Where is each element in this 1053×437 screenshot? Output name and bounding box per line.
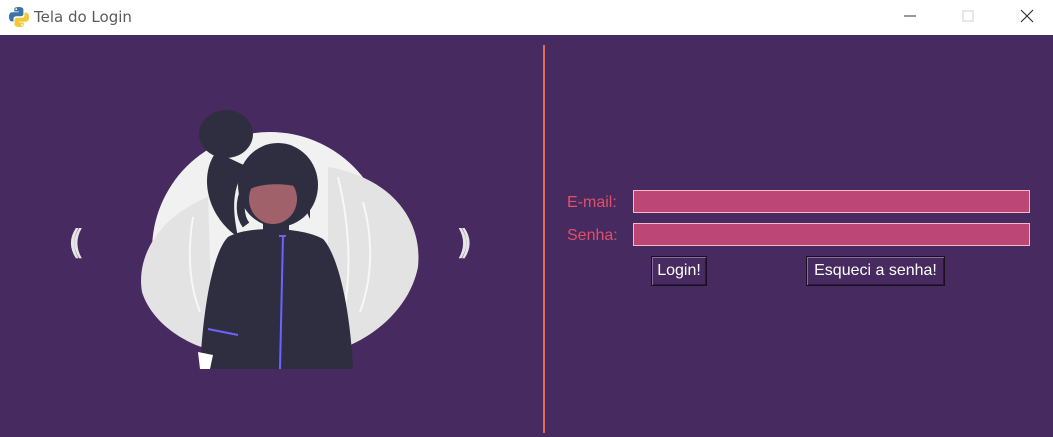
minimize-icon xyxy=(904,15,916,17)
password-field-wrapper xyxy=(633,223,1030,246)
password-label: Senha: xyxy=(567,227,618,244)
login-window-body: (( )) E-mail: Senha: Login! Esqueci a se… xyxy=(0,35,1053,437)
avatar-illustration xyxy=(141,110,419,369)
minimize-button[interactable] xyxy=(887,0,933,32)
python-icon xyxy=(9,7,29,27)
previous-image-button[interactable]: (( xyxy=(68,223,84,263)
password-field[interactable] xyxy=(634,224,1029,245)
email-field-wrapper xyxy=(633,190,1030,213)
vertical-divider xyxy=(543,45,545,433)
close-button[interactable] xyxy=(1004,0,1050,32)
close-icon xyxy=(1020,9,1034,23)
maximize-button[interactable] xyxy=(945,0,991,32)
email-field[interactable] xyxy=(634,191,1029,212)
forgot-password-button[interactable]: Esqueci a senha! xyxy=(806,256,945,286)
email-label: E-mail: xyxy=(567,194,617,211)
maximize-icon xyxy=(962,10,974,22)
login-button[interactable]: Login! xyxy=(651,256,707,286)
title-bar: Tela do Login xyxy=(0,0,1053,35)
next-image-button[interactable]: )) xyxy=(456,223,472,263)
window-title: Tela do Login xyxy=(34,8,132,26)
